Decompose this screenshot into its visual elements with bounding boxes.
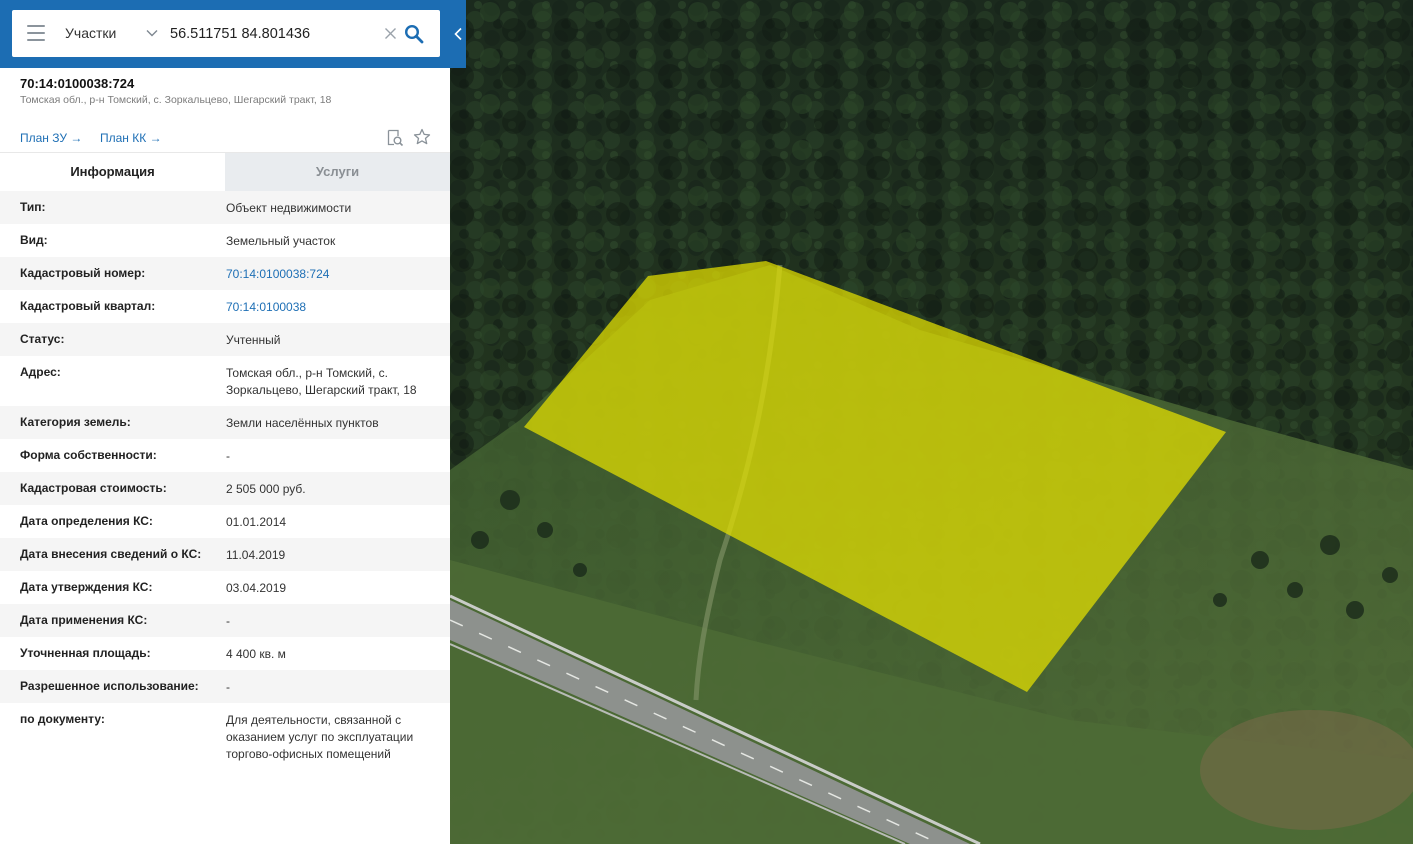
row-value: Объект недвижимости [226,201,352,215]
table-row: Кадастровый номер: 70:14:0100038:724 [0,257,450,290]
tab-information[interactable]: Информация [0,153,225,191]
table-row: Дата внесения сведений о КС: 11.04.2019 [0,538,450,571]
plan-kk-link[interactable]: План КК → [100,131,162,145]
row-value: 4 400 кв. м [226,647,286,661]
star-favorite-icon[interactable] [413,128,431,146]
row-value: Томская обл., р-н Томский, с. Зоркальцев… [226,366,417,397]
table-row: Категория земель: Земли населённых пункт… [0,406,450,439]
row-label: Разрешенное использование: [20,679,199,693]
row-value: Земельный участок [226,234,336,248]
cadastral-number-link[interactable]: 70:14:0100038:724 [226,266,438,283]
row-label: Статус: [20,332,65,346]
table-row: Уточненная площадь: 4 400 кв. м [0,637,450,670]
row-value: 03.04.2019 [226,581,287,595]
row-value: Для деятельности, связанной с оказанием … [226,713,414,761]
row-label: Дата определения КС: [20,514,153,528]
row-label: Уточненная площадь: [20,646,151,660]
row-value: - [226,614,230,628]
close-icon[interactable] [384,27,397,40]
table-row: Дата применения КС: - [0,604,450,637]
row-label: Дата применения КС: [20,613,148,627]
satellite-map[interactable] [450,0,1413,844]
row-value: - [226,449,230,463]
tabs: Информация Услуги [0,152,450,191]
table-row: Кадастровый квартал: 70:14:0100038 [0,290,450,323]
cadastral-number-title: 70:14:0100038:724 [20,76,135,91]
table-row: Тип: Объект недвижимости [0,191,450,224]
row-label: Дата утверждения КС: [20,580,153,594]
chevron-left-icon[interactable] [453,27,463,41]
search-input[interactable] [168,18,380,49]
layer-select-label: Участки [65,25,117,41]
row-label: Дата внесения сведений о КС: [20,547,202,561]
row-value: 11.04.2019 [226,548,286,562]
info-panel: Участки 70:14:0100038:724 Томская обл., … [0,0,466,844]
cadastral-quarter-link[interactable]: 70:14:0100038 [226,299,438,316]
table-row: Форма собственности: - [0,439,450,472]
row-value: 01.01.2014 [226,515,287,529]
row-label: Вид: [20,233,48,247]
table-row: Адрес: Томская обл., р-н Томский, с. Зор… [0,356,450,406]
row-label: Форма собственности: [20,448,157,462]
table-row: Дата определения КС: 01.01.2014 [0,505,450,538]
table-row: Кадастровая стоимость: 2 505 000 руб. [0,472,450,505]
row-label: Кадастровая стоимость: [20,481,167,495]
row-value: 2 505 000 руб. [226,482,306,496]
plan-zu-link[interactable]: План ЗУ → [20,131,82,145]
search-bar: Участки [0,0,466,68]
search-box: Участки [12,10,440,57]
row-label: Категория земель: [20,415,131,429]
search-icon[interactable] [404,24,424,44]
zoom-to-object-icon[interactable] [386,129,404,147]
info-table: Тип: Объект недвижимости Вид: Земельный … [0,191,450,773]
satellite-imagery[interactable] [450,0,1413,844]
table-row: Статус: Учтенный [0,323,450,356]
chevron-down-icon[interactable] [146,27,158,39]
row-label: Адрес: [20,365,61,379]
row-label: Тип: [20,200,46,214]
tab-services[interactable]: Услуги [225,153,450,191]
table-row: Разрешенное использование: - [0,670,450,703]
row-label: Кадастровый номер: [20,266,146,280]
table-row: по документу: Для деятельности, связанно… [0,703,450,773]
table-row: Дата утверждения КС: 03.04.2019 [0,571,450,604]
hamburger-menu-icon[interactable] [27,25,45,41]
table-row: Вид: Земельный участок [0,224,450,257]
row-label: по документу: [20,712,105,726]
row-label: Кадастровый квартал: [20,299,156,313]
object-address: Томская обл., р-н Томский, с. Зоркальцев… [20,94,332,106]
row-value: - [226,680,230,694]
row-value: Земли населённых пунктов [226,416,379,430]
row-value: Учтенный [226,333,281,347]
